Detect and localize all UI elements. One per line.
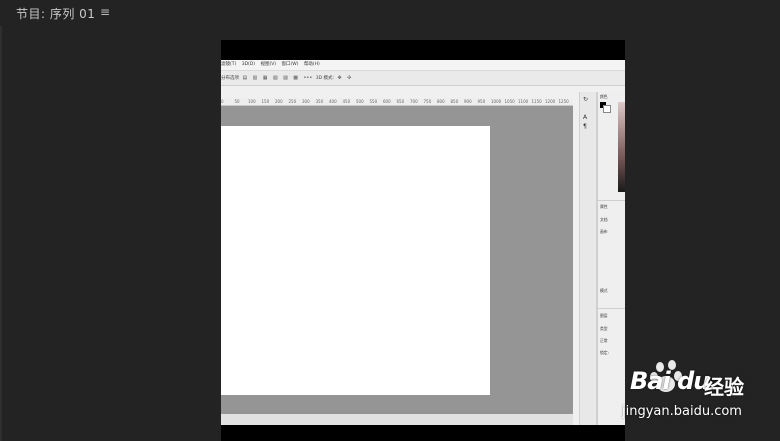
history-icon: ↻ <box>583 96 589 103</box>
align-icon: ▤ <box>242 75 248 81</box>
panel-title[interactable]: 节目: 序列 01 <box>16 5 95 22</box>
ps-canvas-area <box>221 106 573 414</box>
layers-tab: 图层 <box>600 313 608 318</box>
ps-menu-view: 视图(V) <box>260 62 277 67</box>
properties-doc-label: 文档 <box>600 217 608 222</box>
ruler-tick: 1100 <box>518 99 529 104</box>
ps-options-bar: 分布选项 ▤ ▥ ▦ ▧ ▨ ▩ ••• 3D 模式: ✥ ✣ <box>221 71 625 86</box>
watermark-url: jingyan.baidu.com <box>622 404 742 419</box>
ruler-tick: 50 <box>234 99 240 104</box>
watermark-brand: 经验 <box>704 375 744 399</box>
3d-tool-icon: ✣ <box>347 75 352 81</box>
ps-ruler: 0 50 100 150 200 250 300 350 400 450 500 550 600 650 7… <box>221 98 573 106</box>
ruler-tick: 700 <box>410 99 418 104</box>
ruler-tick: 750 <box>423 99 432 104</box>
align-icon: ▦ <box>262 75 268 81</box>
ruler-tick: 800 <box>437 99 445 104</box>
distribute-icon: ▨ <box>283 75 288 81</box>
program-monitor-header: 节目: 序列 01 ≡ <box>0 0 780 26</box>
panel-edge <box>0 26 2 441</box>
ps-options-label: 分布选项 <box>221 76 239 81</box>
ps-status-bar <box>221 414 573 425</box>
character-icon: A <box>583 114 588 121</box>
3d-tool-icon: ✥ <box>337 75 342 81</box>
ps-menu-filter: 滤镜(T) <box>221 62 237 67</box>
color-picker-gradient <box>618 102 625 192</box>
mode-label: 模式 <box>600 288 608 293</box>
background-swatch <box>603 105 611 113</box>
photoshop-screenshot: 滤镜(T) 3D(D) 视图(V) 窗口(W) 帮助(H) 分布选项 ▤ ▥ ▦… <box>221 60 625 425</box>
ruler-tick: 100 <box>248 99 256 104</box>
ruler-tick: 300 <box>302 99 310 104</box>
ruler-tick: 200 <box>275 99 283 104</box>
panel-divider <box>598 200 625 201</box>
ps-tool-strip: ↻ A ¶ <box>579 92 597 425</box>
ruler-tick: 0 <box>221 99 224 104</box>
ruler-tick: 500 <box>356 99 364 104</box>
program-monitor-video: 滤镜(T) 3D(D) 视图(V) 窗口(W) 帮助(H) 分布选项 ▤ ▥ ▦… <box>221 40 625 441</box>
layers-kind-filter: 类型 <box>600 326 608 331</box>
ruler-tick: 150 <box>261 99 270 104</box>
ps-menubar: 滤镜(T) 3D(D) 视图(V) 窗口(W) 帮助(H) <box>221 60 625 71</box>
distribute-icon: ▩ <box>293 75 299 81</box>
ps-menu-help: 帮助(H) <box>303 62 320 67</box>
more-icon: ••• <box>303 75 313 81</box>
distribute-icon: ▧ <box>272 75 278 81</box>
baidu-jingyan-watermark: Bai du 经验 jingyan.baidu.com <box>612 355 780 435</box>
ruler-tick: 900 <box>464 99 472 104</box>
ruler-tick: 1000 <box>491 99 502 104</box>
ps-menu-window: 窗口(W) <box>281 62 299 67</box>
ruler-tick: 1150 <box>531 99 542 104</box>
ruler-tick: 850 <box>450 99 459 104</box>
paragraph-icon: ¶ <box>583 123 587 130</box>
properties-canvas-label: 画布 <box>600 229 608 234</box>
ruler-tick: 250 <box>288 99 297 104</box>
hamburger-icon[interactable]: ≡ <box>100 5 110 19</box>
ruler-tick: 350 <box>315 99 324 104</box>
layers-blend-mode: 正常 <box>600 338 608 343</box>
layers-lock-label: 锁定: <box>600 350 609 355</box>
ruler-tick: 600 <box>383 99 391 104</box>
ruler-tick: 450 <box>342 99 351 104</box>
ps-menu-3d: 3D(D) <box>241 62 256 67</box>
align-icon: ▥ <box>252 75 258 81</box>
ruler-tick: 650 <box>396 99 405 104</box>
color-tab: 颜色 <box>600 94 608 99</box>
ruler-tick: 1250 <box>558 99 569 104</box>
panel-divider <box>598 308 625 309</box>
ruler-tick: 950 <box>477 99 486 104</box>
ruler-tick: 400 <box>329 99 337 104</box>
ruler-tick: 1050 <box>504 99 515 104</box>
ruler-tick: 1200 <box>545 99 556 104</box>
watermark-logo: Bai du <box>630 367 710 395</box>
ruler-tick: 550 <box>369 99 378 104</box>
ps-document-canvas <box>221 126 490 395</box>
ps-3d-mode-label: 3D 模式: <box>315 76 335 81</box>
properties-tab: 属性 <box>600 204 608 209</box>
